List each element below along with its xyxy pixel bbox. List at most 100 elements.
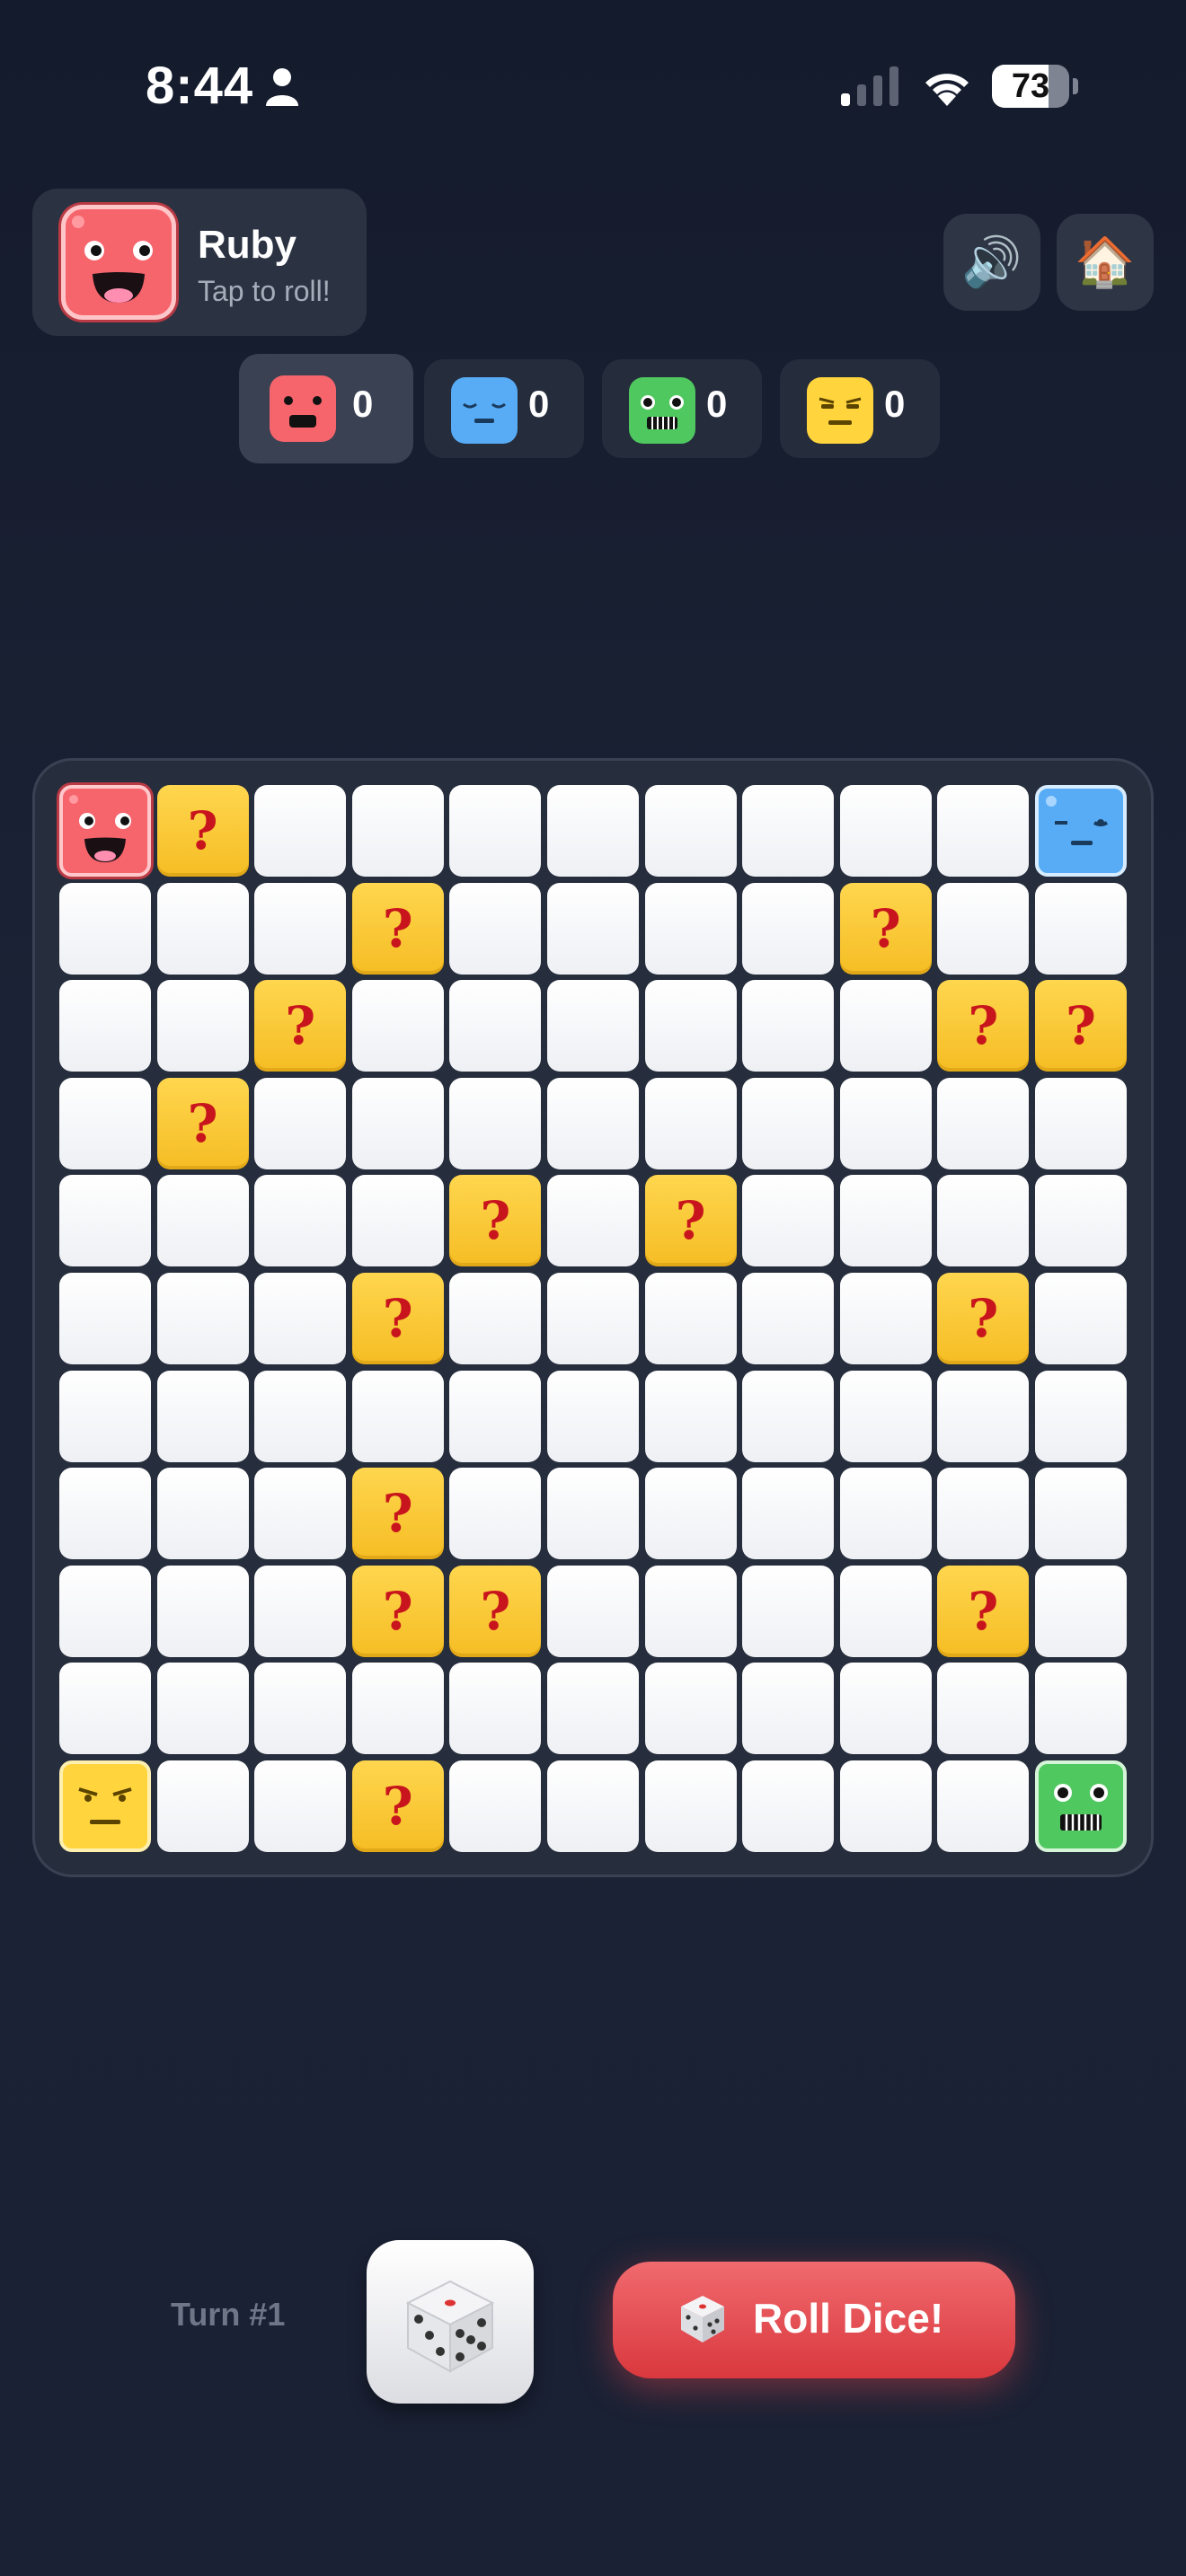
- blue-player-piece: [1035, 785, 1127, 877]
- roll-dice-button[interactable]: Roll Dice!: [613, 2262, 1015, 2378]
- board-cell: [937, 1760, 1030, 1852]
- score-green: 0: [602, 359, 762, 458]
- board-cell: [644, 882, 737, 975]
- board-cell: [351, 980, 444, 1072]
- board-cell: [547, 1273, 639, 1364]
- board-cell: [351, 785, 444, 877]
- board-cell: [449, 785, 542, 877]
- dice-icon: [405, 2280, 495, 2373]
- board-cell: [254, 1565, 347, 1657]
- board-cell: [839, 1175, 932, 1267]
- sound-button[interactable]: 🔊: [943, 214, 1040, 311]
- board-cell: [644, 1370, 737, 1462]
- question-mark: ?: [675, 1190, 706, 1252]
- person-icon: [266, 68, 298, 106]
- mystery-tile: ?: [351, 1273, 444, 1364]
- dice-button[interactable]: [367, 2240, 534, 2404]
- board-cell: [937, 1468, 1030, 1560]
- board-cell: [449, 1273, 542, 1364]
- board-cell: [449, 1077, 542, 1169]
- board-cell: [742, 1273, 835, 1364]
- board-cell: [254, 785, 347, 877]
- question-mark: ?: [968, 995, 999, 1057]
- board-cell: [839, 1663, 932, 1755]
- score-blue: 0: [424, 359, 584, 458]
- board-cell: [59, 1175, 151, 1267]
- green-player-piece: [1035, 1760, 1127, 1852]
- red-monster-face-icon: [72, 216, 153, 303]
- cellular-signal-icon: [841, 66, 898, 106]
- board-cell: [1035, 1370, 1127, 1462]
- question-mark: ?: [382, 897, 413, 959]
- board-cell: [59, 1468, 151, 1560]
- board-cell: [59, 1663, 151, 1755]
- board-cell: [59, 1370, 151, 1462]
- board-cell: [644, 785, 737, 877]
- board-cell: [547, 1077, 639, 1169]
- board-cell: [1035, 1175, 1127, 1267]
- yellow-player-piece: [59, 1760, 151, 1852]
- board-cell: [742, 1077, 835, 1169]
- board-cell: [742, 1175, 835, 1267]
- board-cell: [156, 1663, 249, 1755]
- board-cell: [1035, 1663, 1127, 1755]
- score-value: 0: [884, 383, 906, 425]
- board-cell: [59, 980, 151, 1072]
- board-cell: [839, 785, 932, 877]
- mystery-tile: ?: [449, 1175, 542, 1267]
- board-cell: [839, 1565, 932, 1657]
- board-cell: [1035, 882, 1127, 975]
- board-cell: [742, 882, 835, 975]
- player-name: Ruby: [198, 223, 296, 267]
- mystery-tile: ?: [351, 1565, 444, 1657]
- board-cell: [644, 1468, 737, 1560]
- player-status: Tap to roll!: [198, 275, 331, 307]
- board-cell: [351, 1663, 444, 1755]
- board-cell: [937, 1077, 1030, 1169]
- mystery-tile: ?: [644, 1175, 737, 1267]
- board-cell: [1035, 1565, 1127, 1657]
- board-cell: [644, 1760, 737, 1852]
- board-cell: [254, 1273, 347, 1364]
- score-yellow: 0: [780, 359, 940, 458]
- mystery-tile: ?: [937, 980, 1030, 1072]
- red-monster-face-icon: [69, 795, 131, 862]
- game-board: ????????????????: [32, 758, 1154, 1877]
- board-cell: [254, 1175, 347, 1267]
- board-cell: [351, 1175, 444, 1267]
- mystery-tile: ?: [351, 882, 444, 975]
- score-value: 0: [352, 383, 374, 425]
- board-cell: [644, 1273, 737, 1364]
- mystery-tile: ?: [937, 1273, 1030, 1364]
- board-cell: [547, 980, 639, 1072]
- mystery-tile: ?: [351, 1468, 444, 1560]
- board-cell: [644, 1077, 737, 1169]
- board-cell: [156, 1370, 249, 1462]
- board-cell: [547, 1175, 639, 1267]
- board-cell: [59, 1077, 151, 1169]
- dice-icon: [681, 2296, 724, 2342]
- question-mark: ?: [285, 995, 316, 1057]
- board-cell: [839, 1370, 932, 1462]
- board-cell: [839, 1468, 932, 1560]
- question-mark: ?: [480, 1580, 511, 1642]
- board-cell: [156, 1468, 249, 1560]
- mystery-tile: ?: [1035, 980, 1127, 1072]
- board-cell: [254, 1760, 347, 1852]
- question-mark: ?: [382, 1288, 413, 1349]
- blue-monster-icon: [451, 377, 518, 444]
- board-cell: [1035, 1273, 1127, 1364]
- board-cell: [449, 980, 542, 1072]
- board-cell: [547, 785, 639, 877]
- board-cell: [547, 1663, 639, 1755]
- board-cell: [644, 1663, 737, 1755]
- status-time: 8:44: [146, 57, 254, 115]
- home-button[interactable]: 🏠: [1057, 214, 1154, 311]
- yellow-monster-face-icon: [78, 1787, 132, 1824]
- board-cell: [254, 1663, 347, 1755]
- board-cell: [839, 1077, 932, 1169]
- question-mark: ?: [187, 1092, 218, 1154]
- current-player-card[interactable]: Ruby Tap to roll!: [32, 189, 367, 336]
- battery-indicator: 73: [992, 65, 1078, 108]
- board-cell: [59, 1565, 151, 1657]
